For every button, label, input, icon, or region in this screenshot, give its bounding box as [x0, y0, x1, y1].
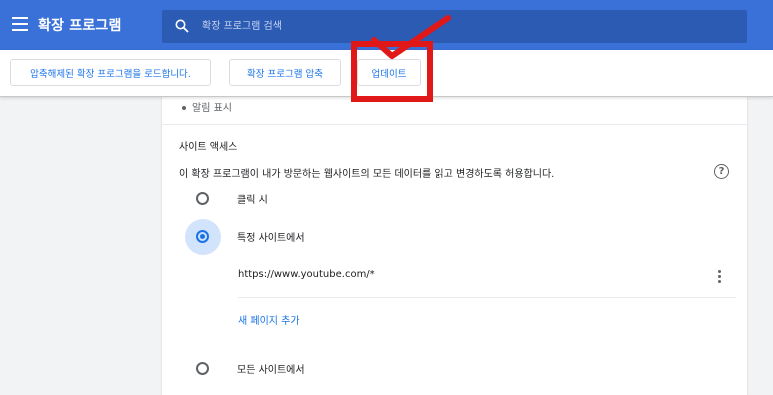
radio-label: 특정 사이트에서 — [237, 232, 305, 244]
page-background — [747, 50, 773, 393]
developer-toolbar: 압축해제된 확장 프로그램을 로드합니다. 확장 프로그램 압축 업데이트 — [0, 50, 773, 97]
extension-details-card: 알림 표시 사이트 액세스 이 확장 프로그램이 내가 방문하는 웹사이트의 모… — [162, 95, 747, 395]
radio-button[interactable] — [196, 361, 209, 375]
divider — [162, 124, 747, 125]
update-button[interactable]: 업데이트 — [357, 59, 421, 86]
search-bar[interactable] — [162, 10, 747, 43]
radio-on-click[interactable]: 클릭 시 — [196, 181, 268, 215]
load-unpacked-button[interactable]: 압축해제된 확장 프로그램을 로드합니다. — [10, 59, 211, 86]
pack-extension-button[interactable]: 확장 프로그램 압축 — [229, 59, 341, 86]
radio-all-sites[interactable]: 모든 사이트에서 — [196, 351, 305, 385]
radio-button[interactable] — [196, 191, 209, 205]
hamburger-menu-icon[interactable] — [12, 17, 28, 31]
site-list-item: https://www.youtube.com/* — [238, 265, 736, 289]
radio-label: 모든 사이트에서 — [237, 364, 305, 376]
site-access-description: 이 확장 프로그램이 내가 방문하는 웹사이트의 모든 데이터를 읽고 변경하도… — [179, 169, 555, 180]
app-header: 확장 프로그램 — [0, 0, 773, 50]
permission-label: 알림 표시 — [192, 103, 232, 114]
site-url: https://www.youtube.com/* — [238, 269, 375, 280]
radio-specific-sites[interactable]: 특정 사이트에서 — [185, 218, 305, 255]
site-access-title: 사이트 액세스 — [179, 142, 238, 153]
divider — [238, 297, 736, 298]
more-vert-icon[interactable] — [718, 270, 722, 284]
search-input[interactable] — [202, 10, 722, 43]
page-title: 확장 프로그램 — [38, 18, 122, 34]
radio-label: 클릭 시 — [237, 194, 268, 206]
search-icon — [175, 19, 189, 33]
add-page-link[interactable]: 새 페이지 추가 — [238, 312, 300, 327]
help-icon[interactable]: ? — [714, 164, 729, 179]
radio-button-selected[interactable] — [196, 229, 209, 243]
permission-item: 알림 표시 — [182, 99, 232, 114]
